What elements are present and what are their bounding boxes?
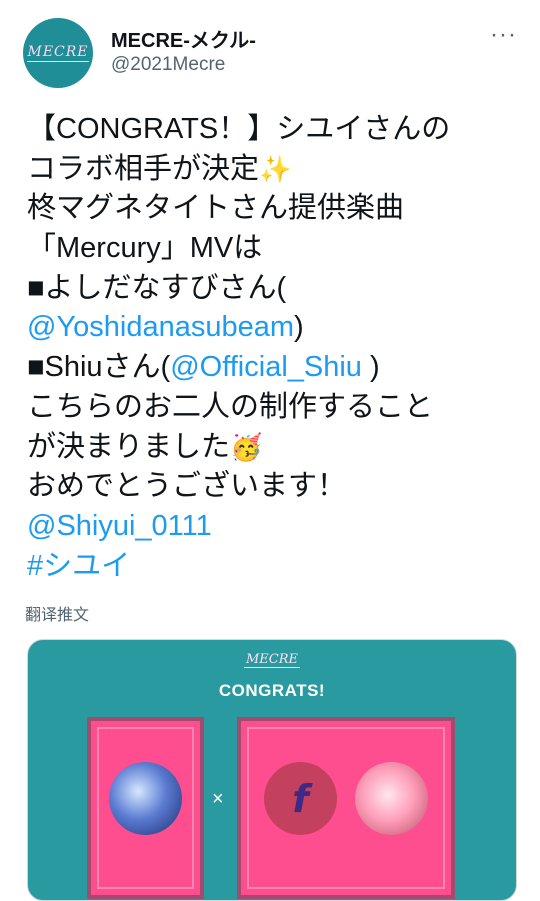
tweet-line: @Yoshidanasubeam) [27, 308, 527, 348]
tweet-line: が決まりました🥳 [27, 428, 527, 468]
tweet-text-segment: ) [361, 351, 380, 384]
party-face-icon: 🥳 [230, 432, 263, 463]
tweet-text: 【CONGRATS！】シユイさんの コラボ相手が決定✨ 柊マグネタイトさん提供楽… [27, 110, 527, 586]
card-title: CONGRATS! [218, 681, 326, 700]
card-logo-text: MECRE [243, 652, 301, 668]
tweet-line: 「Mercury」MVは [27, 229, 527, 269]
tweet-line: ■よしだなすびさん( [27, 269, 527, 309]
tweet-text-segment: ) [294, 311, 304, 344]
tweet-text-segment: おめでとうございます！ [27, 470, 347, 503]
tweet-text-segment: コラボ相手が決定 [27, 152, 260, 185]
tweet-text-segment: が決まりました [27, 430, 231, 463]
translate-tweet-link[interactable]: 翻译推文 [25, 601, 89, 625]
tweet-line: 【CONGRATS！】シユイさんの [27, 110, 527, 150]
account-handle[interactable]: @2021Mecre [111, 54, 225, 76]
hashtag-link-shiyui[interactable]: #シユイ [27, 550, 130, 582]
shiyui-avatar-image [109, 762, 182, 835]
tweet-line: コラボ相手が決定✨ [27, 150, 527, 190]
mecre-logo: MECRE [27, 44, 89, 62]
shiu-avatar-image [355, 762, 428, 835]
mention-link-official-shiu[interactable]: @Official_Shiu [170, 351, 362, 383]
account-name[interactable]: MECRE-メクル- [111, 24, 256, 53]
tweet-line: こちらのお二人の制作すること [27, 388, 527, 428]
tweet-text-segment: ■よしだなすびさん( [27, 271, 287, 304]
times-symbol: × [212, 788, 224, 810]
sparkles-icon: ✨ [259, 154, 292, 185]
tweet-header: MECRE MECRE-メクル- @2021Mecre ··· [0, 0, 540, 100]
media-image[interactable]: MECRE CONGRATS! × f [27, 639, 517, 901]
logo-mark-icon: f [292, 776, 309, 821]
tweet-line: #シユイ [27, 547, 527, 587]
tweet-text-segment: ■Shiuさん( [27, 351, 171, 384]
tweet-line: おめでとうございます！ [27, 467, 527, 507]
tweet-text-segment: 【CONGRATS！】シユイさんの [27, 113, 451, 145]
tweet-line: 柊マグネタイトさん提供楽曲 [27, 189, 527, 229]
tweet-line: ■Shiuさん(@Official_Shiu ) [27, 348, 527, 388]
tweet-text-segment: 柊マグネタイトさん提供楽曲 [27, 192, 405, 225]
avatar[interactable]: MECRE [23, 18, 93, 88]
mention-link-yoshidanasubeam[interactable]: @Yoshidanasubeam [27, 311, 294, 343]
card-logo: MECRE [28, 652, 516, 668]
yoshidanasubeam-logo-image: f [264, 762, 337, 835]
mention-link-shiyui[interactable]: @Shiyui_0111 [27, 510, 212, 542]
tweet-text-segment: 「Mercury」MVは [27, 232, 263, 265]
more-options-icon[interactable]: ··· [490, 23, 517, 47]
tweet-text-segment: こちらのお二人の制作すること [27, 390, 434, 423]
tweet-line: @Shiyui_0111 [27, 507, 527, 547]
